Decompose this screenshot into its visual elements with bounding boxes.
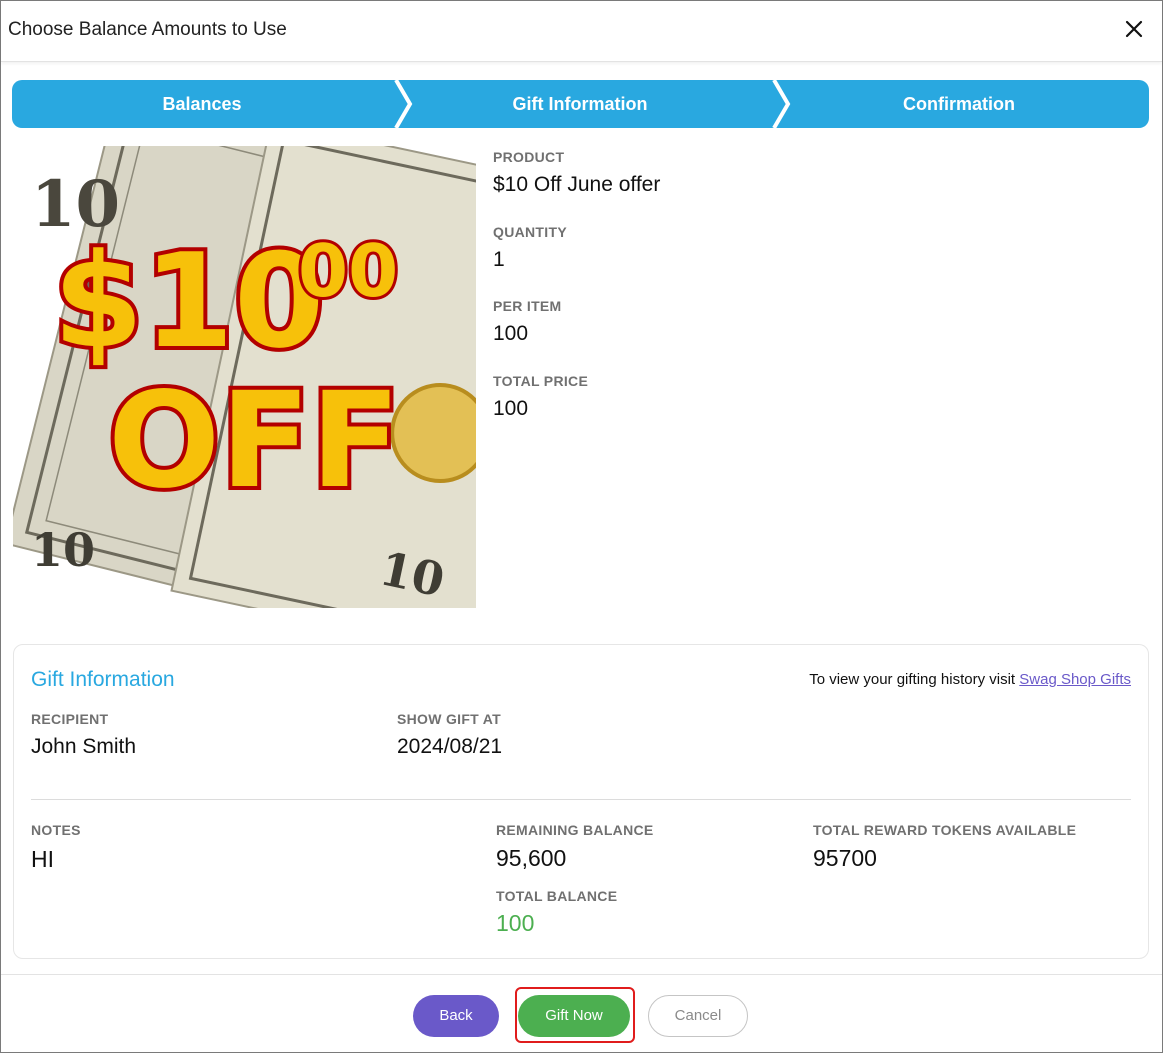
step-balances[interactable]: Balances: [12, 80, 392, 128]
back-button[interactable]: Back: [413, 995, 499, 1037]
total-price-value: 100: [493, 397, 529, 420]
product-label: PRODUCT: [493, 149, 565, 165]
total-balance-label: TOTAL BALANCE: [496, 888, 618, 904]
notes-value: HI: [31, 846, 54, 872]
swag-shop-gifts-link[interactable]: Swag Shop Gifts: [1019, 671, 1131, 688]
cancel-button[interactable]: Cancel: [648, 995, 748, 1037]
notes-label: NOTES: [31, 822, 81, 838]
step-confirmation[interactable]: Confirmation: [784, 80, 1134, 128]
gift-now-button[interactable]: Gift Now: [518, 995, 630, 1037]
svg-text:10: 10: [31, 523, 95, 577]
per-item-label: PER ITEM: [493, 298, 562, 314]
reward-tokens-label: TOTAL REWARD TOKENS AVAILABLE: [813, 822, 1077, 838]
dialog-header: Choose Balance Amounts to Use: [1, 1, 1162, 62]
gifting-history-note: To view your gifting history visit Swag …: [809, 671, 1131, 688]
quantity-label: QUANTITY: [493, 224, 567, 240]
per-item-value: 100: [493, 322, 529, 345]
card-divider: [31, 799, 1131, 800]
product-image: 10 10 10 $10 00 OFF: [4, 86, 625, 667]
svg-text:$10: $10: [53, 225, 324, 377]
progress-stepper: Balances Gift Information Confirmation: [12, 80, 1149, 128]
total-balance-value: 100: [496, 910, 535, 936]
remaining-balance-value: 95,600: [496, 845, 567, 871]
product-value: $10 Off June offer: [493, 173, 661, 196]
total-price-label: TOTAL PRICE: [493, 373, 589, 389]
reward-tokens-value: 95700: [813, 845, 877, 871]
remaining-balance-label: REMAINING BALANCE: [496, 822, 654, 838]
recipient-value: John Smith: [31, 735, 137, 758]
dialog-footer: Back Gift Now Cancel: [1, 974, 1162, 1053]
recipient-label: RECIPIENT: [31, 711, 109, 727]
svg-text:OFF: OFF: [108, 364, 401, 518]
show-gift-at-value: 2024/08/21: [397, 735, 503, 758]
gift-information-title: Gift Information: [31, 668, 175, 691]
gift-information-card: Gift Information To view your gifting hi…: [13, 644, 1149, 959]
close-button[interactable]: [1120, 15, 1148, 43]
step-gift-information[interactable]: Gift Information: [402, 80, 758, 128]
svg-text:00: 00: [298, 229, 398, 313]
choose-balance-dialog: Choose Balance Amounts to Use Balances G…: [0, 0, 1163, 1053]
close-icon: [1125, 20, 1143, 38]
gifting-history-text: To view your gifting history visit: [809, 671, 1020, 688]
show-gift-at-label: SHOW GIFT AT: [397, 711, 501, 727]
dialog-title: Choose Balance Amounts to Use: [8, 19, 287, 40]
quantity-value: 1: [493, 248, 505, 271]
